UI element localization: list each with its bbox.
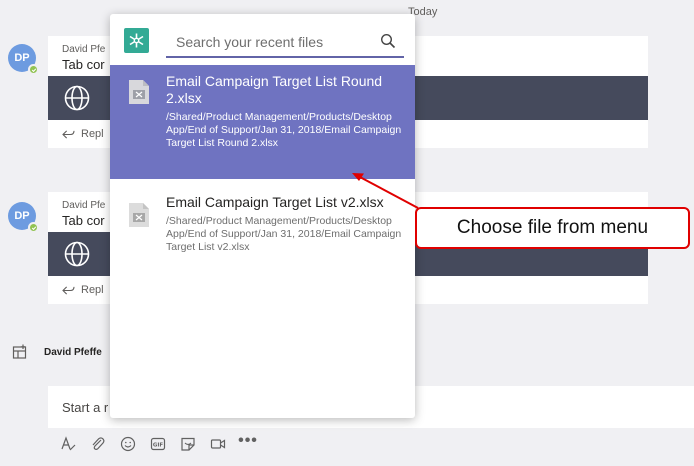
file-title: Email Campaign Target List Round 2.xlsx	[166, 73, 383, 106]
gif-icon[interactable]: GIF	[150, 436, 166, 452]
globe-icon	[64, 241, 90, 267]
svg-text:GIF: GIF	[153, 443, 164, 449]
presence-available-icon	[28, 222, 39, 233]
globe-icon	[64, 85, 90, 111]
excel-file-icon	[129, 203, 149, 227]
reply-label: Repl	[81, 128, 104, 140]
file-path: /Shared/Product Management/Products/Desk…	[166, 215, 402, 253]
reply-icon	[62, 129, 75, 139]
presence-available-icon	[28, 64, 39, 75]
annotation-callout: Choose file from menu	[415, 207, 690, 249]
search-input[interactable]	[166, 28, 378, 56]
avatar-initials: DP	[14, 210, 30, 222]
meet-now-icon[interactable]	[210, 436, 226, 452]
activity-entry: David Pfeffe	[12, 344, 102, 360]
excel-file-icon	[129, 80, 149, 104]
tab-added-icon	[12, 344, 27, 359]
avatar[interactable]: DP	[8, 44, 39, 75]
emoji-icon[interactable]	[120, 436, 136, 452]
reply-icon	[62, 285, 75, 295]
reply-label: Repl	[81, 284, 104, 296]
file-path: /Shared/Product Management/Products/Desk…	[166, 111, 402, 149]
search-icon[interactable]	[380, 33, 396, 49]
search-field	[166, 28, 404, 58]
format-icon[interactable]	[60, 436, 76, 452]
avatar-initials: DP	[14, 52, 30, 64]
more-options-icon[interactable]: •••	[238, 432, 257, 449]
attach-icon[interactable]	[90, 436, 106, 452]
compose-placeholder: Start a r	[62, 399, 109, 415]
compose-toolbar: GIF •••	[60, 432, 257, 452]
sticker-icon[interactable]	[180, 436, 196, 452]
activity-text: David Pfeffe	[44, 346, 102, 358]
avatar[interactable]: DP	[8, 202, 39, 233]
callout-text: Choose file from menu	[456, 217, 649, 238]
app-logo-icon	[124, 28, 149, 53]
